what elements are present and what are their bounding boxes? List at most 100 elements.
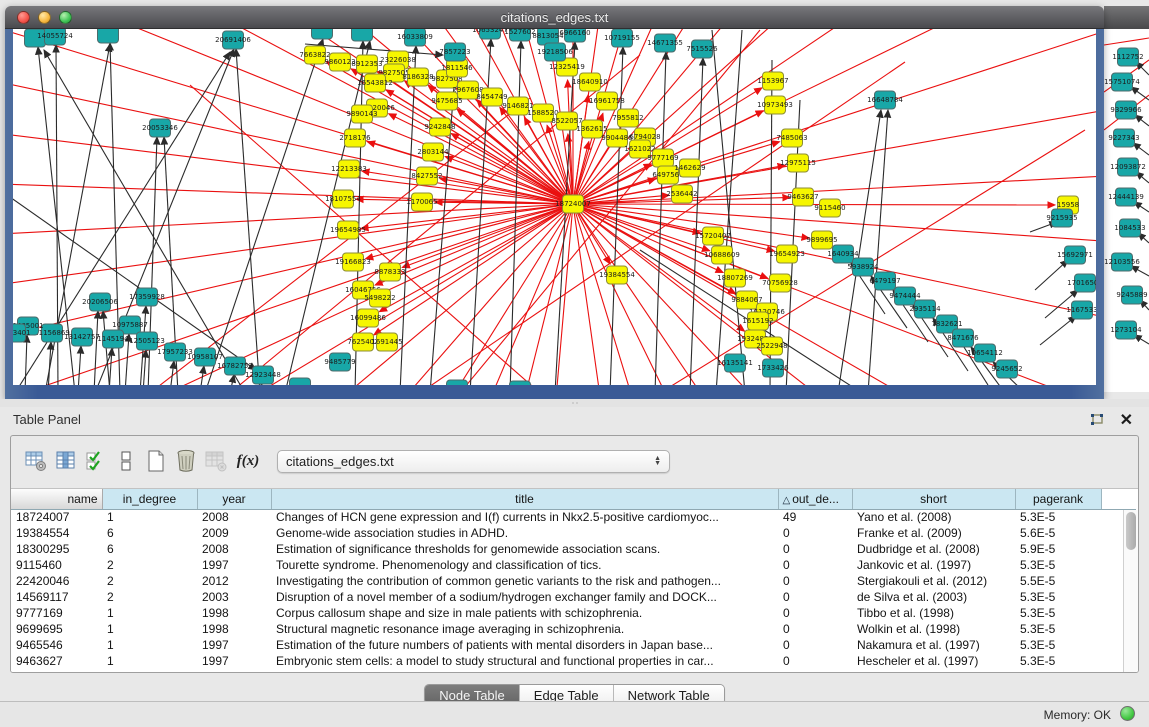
table-cell[interactable]: 9463627 (11, 653, 102, 669)
table-cell[interactable]: 0 (778, 605, 852, 621)
table-cell[interactable]: 5.6E-5 (1015, 525, 1101, 541)
splitter-grip[interactable] (571, 401, 580, 405)
table-cell[interactable]: 5.3E-5 (1015, 605, 1101, 621)
float-panel-icon[interactable] (1089, 412, 1105, 428)
column-edit-icon[interactable] (51, 446, 81, 476)
panel-splitter[interactable] (0, 399, 1149, 407)
table-cell[interactable]: Structural magnetic resonance image aver… (271, 621, 778, 637)
table-row[interactable]: 911546021997Tourette syndrome. Phenomeno… (11, 557, 1136, 573)
memory-ok-indicator[interactable] (1120, 706, 1135, 721)
table-cell[interactable]: Jankovic et al. (1997) (852, 557, 1015, 573)
table-row[interactable]: 1938455462009Genome-wide association stu… (11, 525, 1136, 541)
column-header-title[interactable]: title (271, 489, 778, 509)
table-cell[interactable]: 9699695 (11, 621, 102, 637)
table-cell[interactable]: 1997 (197, 557, 271, 573)
table-cell[interactable]: Tourette syndrome. Phenomenology and cla… (271, 557, 778, 573)
table-cell[interactable]: 6 (102, 525, 197, 541)
table-cell[interactable]: 14569117 (11, 589, 102, 605)
table-cell[interactable]: 5.3E-5 (1015, 653, 1101, 669)
table-cell[interactable]: 5.3E-5 (1015, 621, 1101, 637)
table-cell[interactable]: 1 (102, 621, 197, 637)
table-cell[interactable]: Estimation of the future numbers of pati… (271, 637, 778, 653)
close-panel-icon[interactable]: ✕ (1120, 410, 1133, 430)
table-cell[interactable]: 1 (102, 653, 197, 669)
table-cell[interactable]: Wolkin et al. (1998) (852, 621, 1015, 637)
table-cell[interactable]: Changes of HCN gene expression and I(f) … (271, 509, 778, 525)
table-cell[interactable]: 0 (778, 653, 852, 669)
table-cell[interactable]: Embryonic stem cells: a model to study s… (271, 653, 778, 669)
table-cell[interactable]: 2 (102, 557, 197, 573)
table-cell[interactable]: 9465546 (11, 637, 102, 653)
table-cell[interactable]: 9777169 (11, 605, 102, 621)
table-cell[interactable]: 0 (778, 541, 852, 557)
table-cell[interactable]: 1997 (197, 637, 271, 653)
table-cell[interactable]: Corpus callosum shape and size in male p… (271, 605, 778, 621)
scrollbar-thumb[interactable] (1126, 512, 1136, 550)
select-all-rows-icon[interactable] (81, 446, 111, 476)
table-cell[interactable]: 6 (102, 541, 197, 557)
table-cell[interactable]: 5.3E-5 (1015, 557, 1101, 573)
table-select-dropdown[interactable]: citations_edges.txt ▲▼ (277, 450, 670, 473)
table-cell[interactable]: de Silva et al. (2003) (852, 589, 1015, 605)
table-cell[interactable]: 5.3E-5 (1015, 589, 1101, 605)
table-cell[interactable]: Stergiakouli et al. (2012) (852, 573, 1015, 589)
table-cell[interactable]: 1997 (197, 653, 271, 669)
table-cell[interactable]: 0 (778, 525, 852, 541)
table-cell[interactable]: Estimation of significance thresholds fo… (271, 541, 778, 557)
table-cell[interactable]: 0 (778, 557, 852, 573)
column-header-year[interactable]: year (197, 489, 271, 509)
table-cell[interactable]: Hescheler et al. (1997) (852, 653, 1015, 669)
table-cell[interactable]: 1 (102, 637, 197, 653)
table-cell[interactable]: 2 (102, 589, 197, 605)
table-cell[interactable]: Tibbo et al. (1998) (852, 605, 1015, 621)
table-cell[interactable]: 18300295 (11, 541, 102, 557)
table-row[interactable]: 977716911998Corpus callosum shape and si… (11, 605, 1136, 621)
table-cell[interactable]: 1998 (197, 605, 271, 621)
table-cell[interactable]: Franke et al. (2009) (852, 525, 1015, 541)
column-header-out_de[interactable]: △out_de... (778, 489, 852, 509)
table-cell[interactable]: Disruption of a novel member of a sodium… (271, 589, 778, 605)
network-view-canvas[interactable]: 7663822986012389123532322603898275051654… (13, 29, 1096, 385)
column-header-in_degree[interactable]: in_degree (102, 489, 197, 509)
table-cell[interactable]: 0 (778, 621, 852, 637)
table-cell[interactable]: 5.3E-5 (1015, 637, 1101, 653)
table-cell[interactable]: 2012 (197, 573, 271, 589)
table-cell[interactable]: Dudbridge et al. (2008) (852, 541, 1015, 557)
table-vertical-scrollbar[interactable] (1123, 510, 1138, 672)
window-titlebar[interactable]: citations_edges.txt (5, 6, 1104, 29)
table-row[interactable]: 2242004622012Investigating the contribut… (11, 573, 1136, 589)
table-cell[interactable]: 0 (778, 573, 852, 589)
table-settings-icon[interactable] (21, 446, 51, 476)
delete-table-icon[interactable] (171, 446, 201, 476)
table-cell[interactable]: 1 (102, 605, 197, 621)
function-builder-icon[interactable]: f(x) (231, 453, 265, 470)
table-cell[interactable]: 1998 (197, 621, 271, 637)
table-cell[interactable]: Nakamura et al. (1997) (852, 637, 1015, 653)
table-cell[interactable]: 2009 (197, 525, 271, 541)
unselect-rows-icon[interactable] (111, 446, 141, 476)
column-header-short[interactable]: short (852, 489, 1015, 509)
column-header-pagerank[interactable]: pagerank (1015, 489, 1101, 509)
table-row[interactable]: 1830029562008Estimation of significance … (11, 541, 1136, 557)
table-row[interactable]: 1456911722003Disruption of a novel membe… (11, 589, 1136, 605)
table-cell[interactable]: 18724007 (11, 509, 102, 525)
table-cell[interactable]: 2003 (197, 589, 271, 605)
table-cell[interactable]: 19384554 (11, 525, 102, 541)
table-cell[interactable]: 5.3E-5 (1015, 509, 1101, 525)
column-header-name[interactable]: name (11, 489, 102, 509)
table-cell[interactable]: Genome-wide association studies in ADHD. (271, 525, 778, 541)
table-cell[interactable]: 5.9E-5 (1015, 541, 1101, 557)
create-table-icon[interactable] (141, 446, 171, 476)
table-cell[interactable]: Investigating the contribution of common… (271, 573, 778, 589)
table-cell[interactable]: Yano et al. (2008) (852, 509, 1015, 525)
table-row[interactable]: 969969511998Structural magnetic resonanc… (11, 621, 1136, 637)
table-cell[interactable]: 22420046 (11, 573, 102, 589)
table-cell[interactable]: 2008 (197, 541, 271, 557)
table-cell[interactable]: 9115460 (11, 557, 102, 573)
table-row[interactable]: 946554611997Estimation of the future num… (11, 637, 1136, 653)
table-cell[interactable]: 0 (778, 637, 852, 653)
table-cell[interactable]: 2 (102, 573, 197, 589)
table-cell[interactable]: 2008 (197, 509, 271, 525)
table-cell[interactable]: 5.5E-5 (1015, 573, 1101, 589)
table-cell[interactable]: 0 (778, 589, 852, 605)
